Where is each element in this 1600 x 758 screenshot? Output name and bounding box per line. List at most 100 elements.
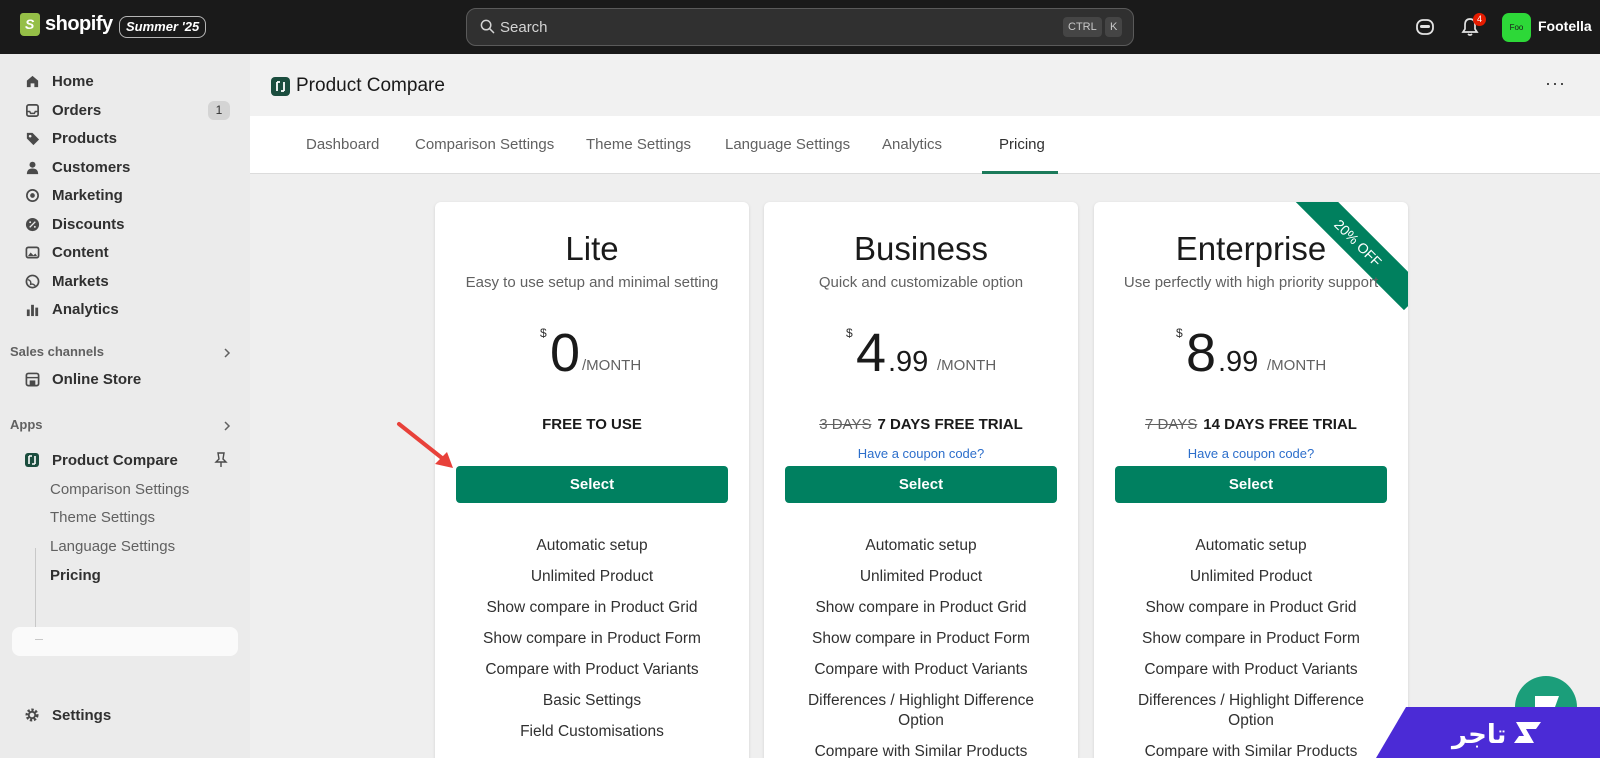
price-currency: $ — [1176, 326, 1183, 340]
sidebar-item-products[interactable]: Products — [12, 124, 238, 152]
watermark-text: تاجر — [1450, 720, 1506, 750]
select-lite-button[interactable]: Select — [456, 466, 728, 503]
annotation-arrow-icon — [397, 422, 453, 468]
sidebar-item-label: Analytics — [52, 300, 119, 318]
sidebar-item-orders[interactable]: Orders 1 — [12, 96, 238, 124]
plan-price: $ 8 .99 /MONTH — [1094, 320, 1408, 380]
price-integer: 8 — [1186, 323, 1217, 383]
sidebar-item-settings[interactable]: Settings — [12, 701, 238, 729]
tab-dashboard[interactable]: Dashboard — [306, 136, 379, 153]
shortcut-k: K — [1105, 17, 1123, 37]
sidebar-item-label: Markets — [52, 272, 109, 290]
sidebar-item-label: Orders — [52, 101, 102, 119]
plan-card-enterprise: 20% OFF Enterprise Use perfectly with hi… — [1094, 202, 1408, 758]
sidebar-subitem-theme-settings[interactable]: Theme Settings — [50, 509, 155, 526]
shopify-logo[interactable]: shopify — [20, 13, 113, 36]
discount-icon — [24, 216, 40, 232]
tab-theme-settings[interactable]: Theme Settings — [586, 136, 691, 153]
tab-comparison-settings[interactable]: Comparison Settings — [415, 136, 554, 153]
sidebar-item-home[interactable]: Home — [12, 67, 238, 95]
sidebar-item-label: Products — [52, 129, 118, 147]
search-icon — [480, 19, 495, 34]
sidebar-item-label: Discounts — [52, 215, 125, 233]
more-actions-icon[interactable]: ··· — [1545, 74, 1566, 92]
sidebar-item-analytics[interactable]: Analytics — [12, 295, 238, 323]
app-header: Product Compare ··· — [250, 54, 1600, 116]
plan-card-business: Business Quick and customizable option $… — [764, 202, 1078, 758]
feature-item: Show compare in Product Grid — [486, 599, 698, 616]
trial-old: 3 DAYS — [819, 416, 872, 433]
tab-language-settings[interactable]: Language Settings — [725, 136, 850, 153]
tab-analytics[interactable]: Analytics — [882, 136, 942, 153]
edition-badge[interactable]: Summer '25 — [119, 16, 207, 38]
search-placeholder: Search — [500, 19, 548, 36]
tab-bar: Dashboard Comparison Settings Theme Sett… — [250, 116, 1600, 174]
sidebar-item-content[interactable]: Content — [12, 238, 238, 266]
brand-name: shopify — [45, 13, 113, 35]
top-bar: shopify Summer '25 Search CTRL K 4 Foo F… — [0, 0, 1600, 54]
active-item-highlight — [12, 627, 238, 656]
pin-icon[interactable] — [214, 452, 228, 468]
feature-item: Compare with Similar Products — [814, 743, 1028, 758]
feature-item: Compare with Product Variants — [1144, 661, 1358, 678]
plan-trial: 7 DAYS 14 DAYS FREE TRIAL — [1094, 416, 1408, 433]
store-avatar[interactable]: Foo — [1502, 13, 1531, 42]
sidebar-item-product-compare[interactable]: Product Compare — [12, 446, 238, 474]
coupon-link[interactable]: Have a coupon code? — [764, 446, 1078, 461]
inbox-icon — [24, 102, 40, 118]
sidebar: Home Orders 1 Products Customers Marketi… — [0, 54, 250, 758]
tree-elbow — [35, 639, 43, 640]
price-period: /MONTH — [937, 357, 997, 374]
app-title: Product Compare — [296, 75, 445, 96]
sidekick-icon[interactable] — [1414, 16, 1436, 38]
sidebar-subitem-comparison-settings[interactable]: Comparison Settings — [50, 481, 189, 498]
tab-pricing[interactable]: Pricing — [999, 136, 1045, 153]
chevron-right-icon[interactable] — [222, 348, 232, 358]
product-compare-app-icon — [271, 77, 290, 96]
select-enterprise-button[interactable]: Select — [1115, 466, 1387, 503]
plan-description: Use perfectly with high priority support — [1123, 274, 1379, 291]
sidebar-item-online-store[interactable]: Online Store — [12, 365, 238, 393]
coupon-link[interactable]: Have a coupon code? — [1094, 446, 1408, 461]
main-area: Product Compare ··· Dashboard Comparison… — [250, 54, 1600, 758]
plan-card-lite: Lite Easy to use setup and minimal setti… — [435, 202, 749, 758]
feature-item: Compare with Product Variants — [814, 661, 1028, 678]
feature-item: Compare with Similar Products — [1144, 743, 1358, 758]
feature-item: Unlimited Product — [859, 568, 983, 585]
feature-item: Unlimited Product — [530, 568, 654, 585]
chevron-right-icon[interactable] — [222, 421, 232, 431]
select-business-button[interactable]: Select — [785, 466, 1057, 503]
plan-description: Quick and customizable option — [818, 274, 1024, 291]
feature-item: Differences / Highlight Difference Optio… — [807, 692, 1034, 729]
sidebar-subitem-pricing[interactable]: Pricing — [50, 567, 101, 584]
feature-item: Automatic setup — [1195, 537, 1307, 554]
apps-heading[interactable]: Apps — [10, 417, 43, 432]
store-name[interactable]: Footella — [1538, 18, 1592, 34]
search-bar[interactable]: Search CTRL K — [466, 8, 1134, 46]
person-icon — [24, 159, 40, 175]
orders-count-badge: 1 — [208, 101, 230, 120]
plan-description: Easy to use setup and minimal setting — [465, 274, 719, 291]
price-decimal: .99 — [1218, 346, 1259, 378]
store-icon — [24, 371, 40, 387]
sidebar-item-customers[interactable]: Customers — [12, 153, 238, 181]
sales-channels-heading[interactable]: Sales channels — [10, 344, 104, 359]
plan-name: Business — [854, 230, 988, 267]
sidebar-item-label: Online Store — [52, 370, 142, 388]
product-compare-app-icon — [24, 452, 40, 468]
image-icon — [24, 244, 40, 260]
shopify-bag-icon — [20, 13, 40, 36]
sidebar-item-label: Home — [52, 72, 94, 90]
feature-item: Show compare in Product Form — [483, 630, 701, 647]
plan-price: $ 0 /MONTH — [435, 320, 749, 380]
price-integer: 0 — [550, 323, 581, 383]
sidebar-item-marketing[interactable]: Marketing — [12, 181, 238, 209]
plan-trial: 3 DAYS 7 DAYS FREE TRIAL — [764, 416, 1078, 433]
feature-list: Automatic setup Unlimited Product Show c… — [764, 536, 1078, 758]
sidebar-item-markets[interactable]: Markets — [12, 267, 238, 295]
sidebar-item-discounts[interactable]: Discounts — [12, 210, 238, 238]
feature-item: Automatic setup — [865, 537, 977, 554]
feature-item: Differences / Highlight Difference Optio… — [1137, 692, 1364, 729]
sidebar-subitem-language-settings[interactable]: Language Settings — [50, 538, 175, 555]
plan-trial: FREE TO USE — [435, 416, 749, 433]
